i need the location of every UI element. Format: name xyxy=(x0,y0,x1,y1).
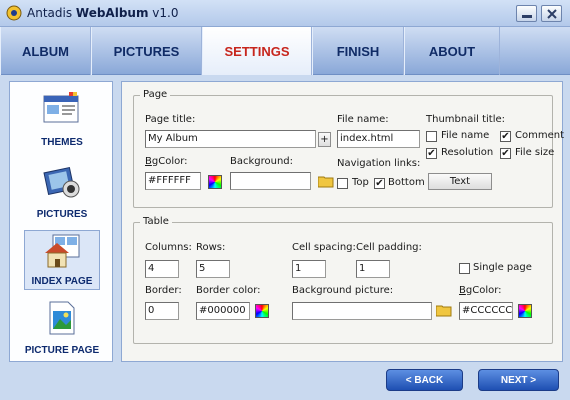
back-button[interactable]: < BACK xyxy=(386,369,463,391)
bgcolor-label-text: gColor: xyxy=(151,156,188,167)
cell-padding-label: Cell padding: xyxy=(356,242,422,253)
window-title-prefix: Antadis xyxy=(27,6,76,20)
index-page-settings-panel: Page Page title: My Album + File name: i… xyxy=(121,81,564,362)
thumb-resolution-label: Resolution xyxy=(441,147,494,158)
sidebar-item-pictures[interactable]: PICTURES xyxy=(24,162,100,222)
border-color-label: Border color: xyxy=(196,285,261,296)
thumb-comment-label: Comment xyxy=(515,130,564,141)
window-title-version: v1.0 xyxy=(148,6,179,20)
minimize-button[interactable] xyxy=(516,5,537,22)
sidebar-item-themes[interactable]: THEMES xyxy=(24,90,100,150)
nav-bottom-label: Bottom xyxy=(388,177,425,188)
table-group-legend: Table xyxy=(140,216,172,227)
bgcolor-label-accesskey: B xyxy=(145,156,152,167)
sidebar-item-index-page[interactable]: INDEX PAGE xyxy=(24,230,100,290)
single-page-checkbox[interactable] xyxy=(459,263,470,274)
page-group: Page Page title: My Album + File name: i… xyxy=(133,89,564,208)
close-button[interactable] xyxy=(541,5,562,22)
main-tab-bar: ALBUM PICTURES SETTINGS FINISH ABOUT xyxy=(0,27,570,75)
tab-about[interactable]: ABOUT xyxy=(404,27,500,75)
cell-spacing-label: Cell spacing: xyxy=(292,242,356,253)
check-icon: ✔ xyxy=(501,148,510,159)
sidebar-item-label: THEMES xyxy=(41,137,83,148)
window-title-bold: WebAlbum xyxy=(75,6,149,20)
table-bgcolor-label: BgColor: xyxy=(459,285,502,296)
background-picture-input[interactable] xyxy=(292,302,432,320)
tab-pictures[interactable]: PICTURES xyxy=(91,27,202,75)
next-button[interactable]: NEXT > xyxy=(478,369,559,391)
thumb-file-size-checkbox[interactable]: ✔ xyxy=(500,148,511,159)
index-page-icon xyxy=(45,234,80,268)
thumb-resolution-checkbox[interactable]: ✔ xyxy=(426,148,437,159)
check-icon: ✔ xyxy=(501,131,510,142)
cell-padding-input[interactable]: 1 xyxy=(356,260,390,278)
thumb-file-name-label: File name xyxy=(441,130,490,141)
columns-input[interactable]: 4 xyxy=(145,260,179,278)
sidebar-item-label: PICTURE PAGE xyxy=(24,345,100,356)
table-bgcolor-input[interactable]: #CCCCCC xyxy=(459,302,513,320)
sidebar-item-picture-page[interactable]: PICTURE PAGE xyxy=(24,298,100,358)
settings-sidebar: THEMES PICTURES INDEX PAGE PICTURE PAGE xyxy=(9,81,113,362)
border-color-input[interactable]: #000000 xyxy=(196,302,250,320)
background-input[interactable] xyxy=(230,172,311,190)
file-name-label: File name: xyxy=(337,114,389,125)
nav-bottom-checkbox[interactable]: ✔ xyxy=(374,178,385,189)
rows-label: Rows: xyxy=(196,242,226,253)
border-input[interactable]: 0 xyxy=(145,302,179,320)
close-icon xyxy=(547,9,557,19)
tab-album[interactable]: ALBUM xyxy=(0,27,91,75)
page-title-label: Page title: xyxy=(145,114,196,125)
border-label: Border: xyxy=(145,285,182,296)
sidebar-item-label: INDEX PAGE xyxy=(31,276,93,287)
check-icon: ✔ xyxy=(427,148,436,159)
border-color-picker[interactable] xyxy=(255,304,269,318)
cell-spacing-input[interactable]: 1 xyxy=(292,260,326,278)
thumbnail-text-button[interactable]: Text xyxy=(428,173,492,190)
bgcolor-label: BgColor: xyxy=(145,156,188,167)
table-bgcolor-label-text: gColor: xyxy=(465,285,502,296)
table-bgcolor-label-accesskey: B xyxy=(459,285,466,296)
columns-label: Columns: xyxy=(145,242,192,253)
thumb-file-name-checkbox[interactable] xyxy=(426,131,437,142)
sidebar-item-label: PICTURES xyxy=(36,209,88,220)
table-bgcolor-picker[interactable] xyxy=(518,304,532,318)
background-label: Background: xyxy=(230,156,294,167)
rows-input[interactable]: 5 xyxy=(196,260,230,278)
background-folder-icon[interactable] xyxy=(318,175,334,188)
background-picture-folder-icon[interactable] xyxy=(436,304,452,317)
themes-icon xyxy=(43,92,79,123)
navigation-links-label: Navigation links: xyxy=(337,158,421,169)
thumb-file-size-label: File size xyxy=(515,147,555,158)
background-picture-label: Background picture: xyxy=(292,285,394,296)
picture-page-icon xyxy=(49,301,75,335)
check-icon: ✔ xyxy=(375,178,384,189)
page-group-legend: Page xyxy=(140,89,171,100)
single-page-label: Single page xyxy=(473,262,532,273)
thumb-comment-checkbox[interactable]: ✔ xyxy=(500,131,511,142)
tab-finish[interactable]: FINISH xyxy=(312,27,404,75)
pictures-icon xyxy=(43,166,80,198)
thumbnail-title-label: Thumbnail title: xyxy=(426,114,505,125)
nav-top-checkbox[interactable] xyxy=(337,178,348,189)
nav-top-label: Top xyxy=(352,177,369,188)
table-group: Table Columns: 4 Rows: 5 Cell spacing: 1… xyxy=(133,216,553,344)
insert-variable-button[interactable]: + xyxy=(318,132,331,147)
window-title: Antadis WebAlbum v1.0 xyxy=(27,6,178,20)
tab-settings[interactable]: SETTINGS xyxy=(202,27,312,75)
page-title-input[interactable]: My Album xyxy=(145,130,316,148)
page-bgcolor-input[interactable]: #FFFFFF xyxy=(145,172,201,190)
app-logo-icon xyxy=(6,5,22,21)
page-bgcolor-picker[interactable] xyxy=(208,175,222,189)
minimize-icon xyxy=(522,15,532,18)
title-bar: Antadis WebAlbum v1.0 xyxy=(0,0,570,27)
file-name-input[interactable]: index.html xyxy=(337,130,420,148)
